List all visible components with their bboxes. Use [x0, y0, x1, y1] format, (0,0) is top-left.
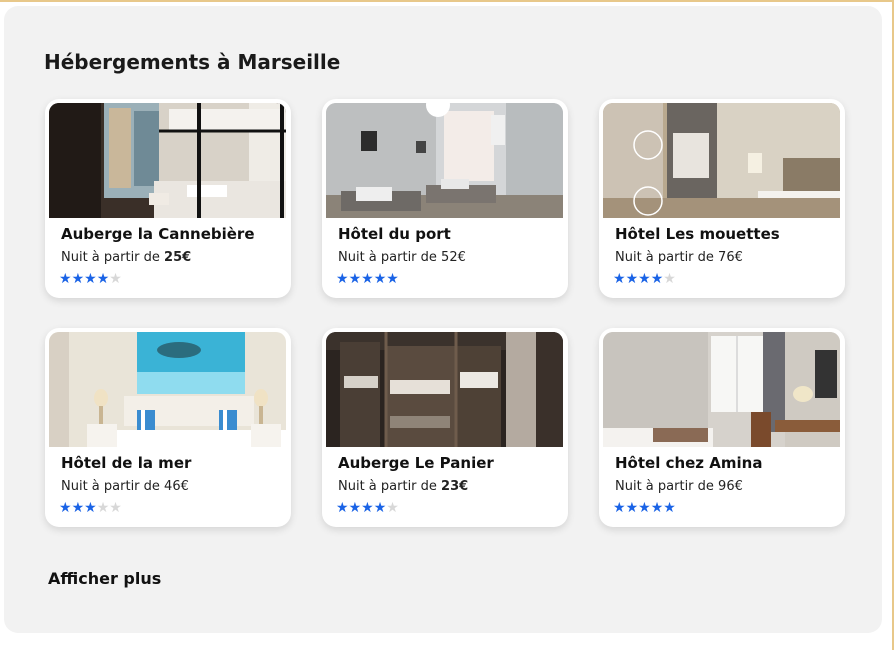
- star-icon: ★: [386, 271, 399, 287]
- star-icon: ★: [71, 500, 85, 516]
- star-rating: ★★★★★: [336, 271, 399, 287]
- listing-card[interactable]: Auberge Le Panier Nuit à partir de 23€ ★…: [322, 328, 568, 527]
- star-icon: ★: [361, 500, 374, 516]
- star-icon: ★: [663, 271, 676, 287]
- star-icon: ★: [613, 500, 626, 516]
- page-title: Hébergements à Marseille: [44, 50, 341, 74]
- star-icon: ★: [109, 500, 122, 516]
- star-icon: ★: [71, 271, 85, 287]
- window-top-border: [0, 0, 894, 2]
- listings-panel: Hébergements à Marseille Auberge la Cann…: [4, 6, 882, 633]
- star-icon: ★: [336, 500, 349, 516]
- show-more-button[interactable]: Afficher plus: [48, 569, 161, 588]
- listing-price: Nuit à partir de 76€: [615, 250, 743, 265]
- listing-name: Auberge Le Panier: [338, 454, 494, 472]
- star-icon: ★: [336, 271, 349, 287]
- star-rating: ★★★★★: [59, 271, 122, 287]
- listing-card[interactable]: Hôtel Les mouettes Nuit à partir de 76€ …: [599, 99, 845, 298]
- listing-name: Hôtel du port: [338, 225, 451, 243]
- listing-card[interactable]: Hôtel chez Amina Nuit à partir de 96€ ★★…: [599, 328, 845, 527]
- star-icon: ★: [638, 271, 651, 287]
- listing-price: Nuit à partir de 96€: [615, 479, 743, 494]
- listing-price: Nuit à partir de 46€: [61, 479, 189, 494]
- star-icon: ★: [625, 271, 639, 287]
- star-icon: ★: [613, 271, 626, 287]
- star-icon: ★: [84, 500, 97, 516]
- star-icon: ★: [638, 500, 651, 516]
- bunk-room-photo: [49, 103, 286, 218]
- star-icon: ★: [348, 500, 362, 516]
- listing-name: Hôtel de la mer: [61, 454, 192, 472]
- listing-price: Nuit à partir de 52€: [338, 250, 466, 265]
- modern-room-photo: [603, 103, 840, 218]
- star-icon: ★: [348, 271, 362, 287]
- listing-price: Nuit à partir de 25€: [61, 250, 192, 265]
- star-icon: ★: [373, 271, 387, 287]
- star-icon: ★: [650, 500, 664, 516]
- sea-painting-room-photo: [49, 332, 286, 447]
- star-rating: ★★★★★: [613, 271, 676, 287]
- listing-card[interactable]: Auberge la Cannebière Nuit à partir de 2…: [45, 99, 291, 298]
- star-icon: ★: [650, 271, 664, 287]
- star-icon: ★: [96, 271, 110, 287]
- star-rating: ★★★★★: [59, 500, 122, 516]
- star-rating: ★★★★★: [336, 500, 399, 516]
- dorm-bunks-photo: [326, 332, 563, 447]
- star-icon: ★: [59, 271, 72, 287]
- listing-price: Nuit à partir de 23€: [338, 479, 469, 494]
- listing-name: Hôtel Les mouettes: [615, 225, 780, 243]
- star-icon: ★: [361, 271, 374, 287]
- star-icon: ★: [386, 500, 399, 516]
- star-icon: ★: [59, 500, 72, 516]
- listing-card[interactable]: Hôtel de la mer Nuit à partir de 46€ ★★★…: [45, 328, 291, 527]
- star-icon: ★: [373, 500, 387, 516]
- star-icon: ★: [663, 500, 676, 516]
- listing-card[interactable]: Hôtel du port Nuit à partir de 52€ ★★★★★: [322, 99, 568, 298]
- bright-room-photo: [603, 332, 840, 447]
- twin-bed-room-photo: [326, 103, 563, 218]
- star-rating: ★★★★★: [613, 500, 676, 516]
- listing-name: Auberge la Cannebière: [61, 225, 255, 243]
- listing-name: Hôtel chez Amina: [615, 454, 763, 472]
- star-icon: ★: [109, 271, 122, 287]
- star-icon: ★: [625, 500, 639, 516]
- star-icon: ★: [96, 500, 110, 516]
- star-icon: ★: [84, 271, 97, 287]
